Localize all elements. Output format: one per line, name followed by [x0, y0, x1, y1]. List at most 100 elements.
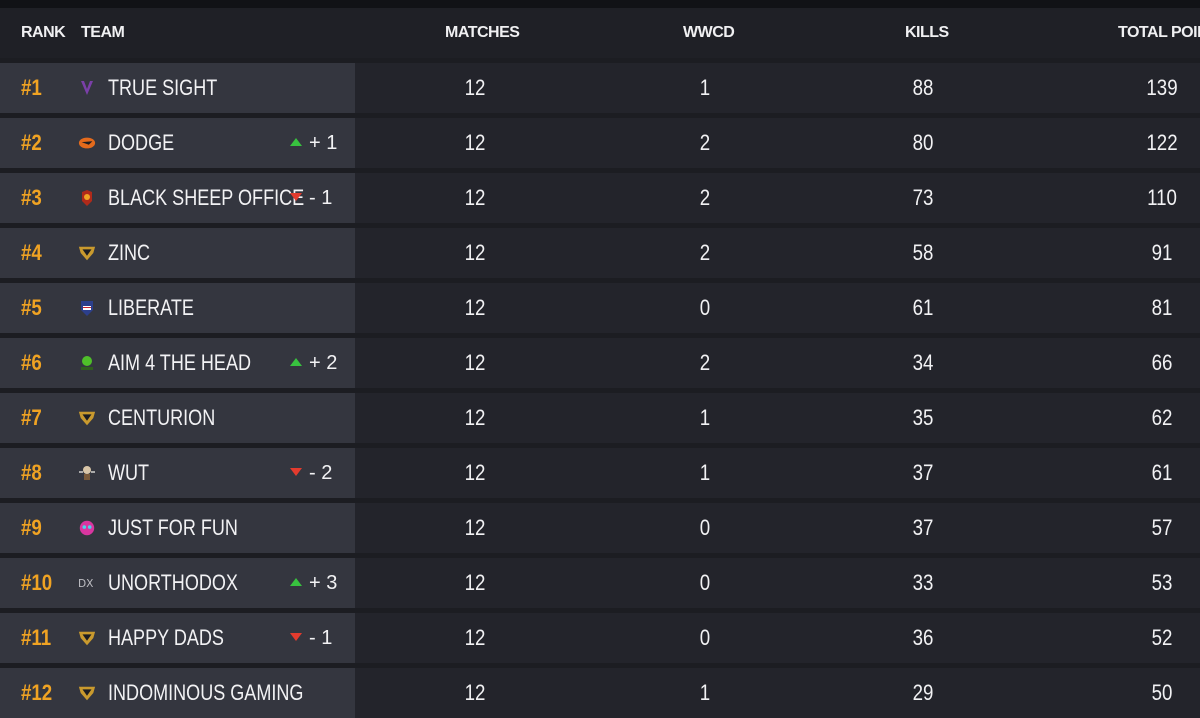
- total-points-value: 53: [1151, 570, 1173, 595]
- rank-change: + 3: [290, 558, 337, 608]
- table-row[interactable]: #5 LIBERATE 12 0 61 81: [0, 283, 1200, 333]
- rank-label: #4: [21, 240, 42, 265]
- rank-label: #12: [21, 680, 53, 705]
- rank-label: #7: [21, 405, 42, 430]
- table-row[interactable]: #9 JUST FOR FUN 12 0 37 57: [0, 503, 1200, 553]
- unorthodox-logo-icon: DX: [78, 574, 96, 592]
- matches-value: 12: [464, 460, 486, 485]
- team-name[interactable]: BLACK SHEEP OFFICE: [108, 173, 304, 223]
- table-row[interactable]: #11 HAPPY DADS - 1 12 0 36 52: [0, 613, 1200, 663]
- just-for-fun-logo-icon: [78, 519, 96, 537]
- arrow-up-icon: [290, 357, 302, 366]
- kills-value: 35: [912, 405, 934, 430]
- total-points-value: 110: [1147, 185, 1177, 210]
- dodge-logo-icon: [78, 134, 96, 152]
- total-points-value: 66: [1151, 350, 1173, 375]
- matches-value: 12: [464, 405, 486, 430]
- rank-label: #11: [21, 625, 52, 650]
- rank-label: #10: [21, 570, 53, 595]
- kills-value: 73: [912, 185, 934, 210]
- rank-label: #2: [21, 130, 42, 155]
- total-points-value: 62: [1151, 405, 1173, 430]
- wwcd-value: 0: [699, 625, 711, 650]
- matches-value: 12: [464, 570, 486, 595]
- table-row[interactable]: #6 AIM 4 THE HEAD + 2 12 2 34 66: [0, 338, 1200, 388]
- top-bar: [0, 0, 1200, 8]
- kills-value: 37: [912, 460, 934, 485]
- rank-label: #8: [21, 460, 42, 485]
- wwcd-value: 1: [699, 405, 711, 430]
- header-kills[interactable]: KILLS: [905, 24, 949, 42]
- svg-text:DX: DX: [78, 577, 93, 590]
- matches-value: 12: [464, 130, 486, 155]
- shield-logo-icon: [78, 409, 96, 427]
- team-name[interactable]: DODGE: [108, 118, 174, 168]
- rank-label: #9: [21, 515, 42, 540]
- total-points-value: 57: [1151, 515, 1173, 540]
- kills-value: 36: [912, 625, 934, 650]
- table-row[interactable]: #1 TRUE SIGHT 12 1 88 139: [0, 63, 1200, 113]
- rank-label: #3: [21, 185, 42, 210]
- liberate-logo-icon: [78, 299, 96, 317]
- matches-value: 12: [464, 75, 486, 100]
- team-name[interactable]: WUT: [108, 448, 149, 498]
- wwcd-value: 1: [699, 75, 711, 100]
- kills-value: 33: [912, 570, 934, 595]
- header-total-points[interactable]: TOTAL POINTS: [1118, 24, 1200, 42]
- rank-change: - 2: [290, 448, 332, 498]
- matches-value: 12: [464, 295, 486, 320]
- team-name[interactable]: TRUE SIGHT: [108, 63, 217, 113]
- header-rank[interactable]: RANK: [21, 24, 66, 42]
- header-matches[interactable]: MATCHES: [445, 24, 520, 42]
- wwcd-value: 2: [699, 240, 711, 265]
- arrow-down-icon: [290, 632, 302, 641]
- rank-label: #6: [21, 350, 42, 375]
- team-name[interactable]: JUST FOR FUN: [108, 503, 238, 553]
- wwcd-value: 0: [699, 295, 711, 320]
- rank-change-value: + 3: [309, 572, 338, 594]
- rank-change-value: - 1: [309, 627, 333, 649]
- rank-change-value: - 2: [309, 462, 333, 484]
- table-row[interactable]: #7 CENTURION 12 1 35 62: [0, 393, 1200, 443]
- table-row[interactable]: #3 BLACK SHEEP OFFICE - 1 12 2 73 110: [0, 173, 1200, 223]
- wwcd-value: 0: [699, 515, 711, 540]
- total-points-value: 91: [1151, 240, 1173, 265]
- team-name[interactable]: ZINC: [108, 228, 150, 278]
- team-name[interactable]: INDOMINOUS GAMING: [108, 668, 303, 718]
- team-cell-background: [0, 228, 355, 278]
- shield-logo-icon: [78, 629, 96, 647]
- kills-value: 88: [912, 75, 934, 100]
- rank-label: #5: [21, 295, 42, 320]
- table-row[interactable]: #10 DX UNORTHODOX + 3 12 0 33 53: [0, 558, 1200, 608]
- matches-value: 12: [464, 240, 486, 265]
- team-name[interactable]: UNORTHODOX: [108, 558, 238, 608]
- wwcd-value: 1: [699, 460, 711, 485]
- matches-value: 12: [464, 680, 486, 705]
- table-row[interactable]: #4 ZINC 12 2 58 91: [0, 228, 1200, 278]
- team-name[interactable]: AIM 4 THE HEAD: [108, 338, 251, 388]
- kills-value: 80: [912, 130, 934, 155]
- wwcd-value: 2: [699, 350, 711, 375]
- table-row[interactable]: #2 DODGE + 1 12 2 80 122: [0, 118, 1200, 168]
- header-wwcd[interactable]: WWCD: [683, 24, 735, 42]
- kills-value: 29: [912, 680, 934, 705]
- header-team[interactable]: TEAM: [81, 24, 125, 42]
- wwcd-value: 0: [699, 570, 711, 595]
- matches-value: 12: [464, 185, 486, 210]
- team-name[interactable]: HAPPY DADS: [108, 613, 224, 663]
- kills-value: 61: [912, 295, 934, 320]
- total-points-value: 61: [1151, 460, 1173, 485]
- matches-value: 12: [464, 625, 486, 650]
- team-name[interactable]: CENTURION: [108, 393, 215, 443]
- wut-logo-icon: [78, 464, 96, 482]
- rank-change-value: - 1: [309, 187, 333, 209]
- table-row[interactable]: #8 WUT - 2 12 1 37 61: [0, 448, 1200, 498]
- team-name[interactable]: LIBERATE: [108, 283, 194, 333]
- table-header: RANK TEAM MATCHES WWCD KILLS TOTAL POINT…: [0, 8, 1200, 58]
- rank-change: - 1: [290, 173, 332, 223]
- shield-logo-icon: [78, 684, 96, 702]
- table-row[interactable]: #12 INDOMINOUS GAMING 12 1 29 50: [0, 668, 1200, 718]
- true-sight-logo-icon: [78, 79, 96, 97]
- aim-4-the-head-logo-icon: [78, 354, 96, 372]
- rank-change-value: + 1: [309, 132, 338, 154]
